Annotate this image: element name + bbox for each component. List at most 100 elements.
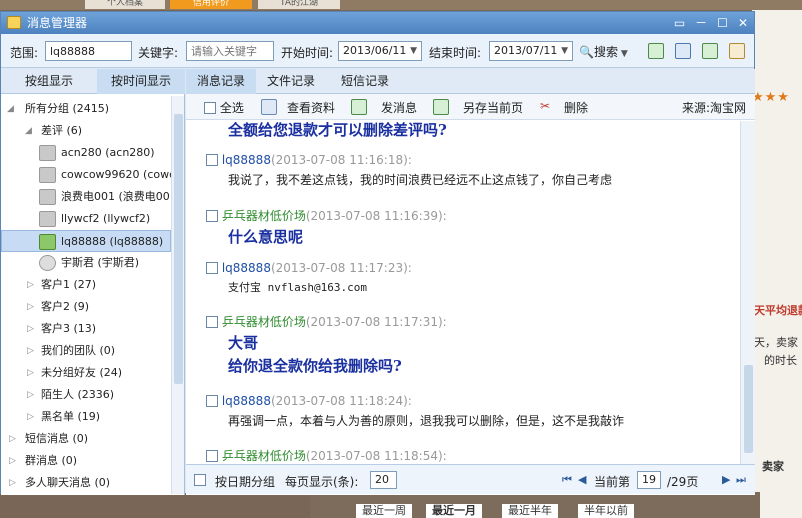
contact-item[interactable]: 宇斯君 (宇斯君): [1, 252, 171, 274]
tree-group[interactable]: ▷ 黑名单 (19): [1, 406, 171, 428]
select-all-label: 全选: [219, 101, 244, 115]
per-page-input[interactable]: 20: [370, 471, 397, 489]
group-by-date-checkbox[interactable]: [194, 473, 206, 487]
send-message-icon[interactable]: [351, 99, 367, 115]
contact-label: acn280 (acn280): [61, 146, 155, 159]
contact-item[interactable]: acn280 (acn280): [1, 142, 171, 164]
tree-group[interactable]: ▷ 客户2 (9): [1, 296, 171, 318]
maximize-icon[interactable]: ☐: [717, 12, 728, 34]
tree-label: 多人聊天消息 (0): [25, 476, 111, 489]
chevron-down-icon: ◢: [25, 126, 32, 136]
message-manager-window: 消息管理器 ▭ － ☐ ✕ 范围: 关键字: 开始时间: 2013/06/11▼…: [0, 11, 755, 495]
tab-sms-records[interactable]: 短信记录: [326, 69, 404, 94]
bg-bottom-tab-month[interactable]: 最近一月: [426, 504, 482, 518]
bg-tab-credit[interactable]: 信用评价: [170, 0, 252, 9]
message-time: (2013-07-08 11:18:54):: [305, 449, 447, 463]
scrollbar-thumb[interactable]: [744, 365, 753, 453]
tree-bad-review[interactable]: ◢ 差评 (6): [1, 120, 171, 142]
bg-bottom-tab-older[interactable]: 半年以前: [578, 504, 634, 518]
scope-input[interactable]: [45, 41, 132, 61]
tree-group[interactable]: ▷ 客户3 (13): [1, 318, 171, 340]
keyword-input[interactable]: [186, 41, 274, 61]
minimize-icon[interactable]: －: [695, 12, 707, 34]
tab-file-records[interactable]: 文件记录: [256, 69, 326, 94]
message-item[interactable]: lq88888(2013-07-08 11:16:18): 我说了，我不差这点钱…: [206, 153, 736, 188]
end-date-picker[interactable]: 2013/07/11 ▼: [489, 41, 573, 61]
current-page-input[interactable]: 19: [637, 471, 661, 489]
start-time-label: 开始时间:: [281, 46, 334, 60]
rating-stars-icon: ★★★: [752, 90, 790, 105]
notes-icon[interactable]: [729, 43, 745, 59]
tree-label: 群消息 (0): [25, 454, 78, 467]
bg-bottom-tab-halfyear[interactable]: 最近半年: [502, 504, 558, 518]
contact-item[interactable]: llywcf2 (llywcf2): [1, 208, 171, 230]
send-message-button[interactable]: 发消息: [381, 99, 417, 116]
message-item[interactable]: 乒乓器材低价场(2013-07-08 11:18:54):: [206, 447, 736, 464]
tree-group[interactable]: ▷ 客户1 (27): [1, 274, 171, 296]
next-page-icon[interactable]: ▶: [722, 473, 730, 486]
bg-tab-jianghu[interactable]: TA的江湖: [258, 0, 340, 9]
delete-button[interactable]: 删除: [564, 99, 588, 116]
total-pages-label: /29页: [667, 475, 699, 489]
tab-by-time[interactable]: 按时间显示: [97, 69, 185, 94]
message-list: 全额给您退款才可以删除差评吗? lq88888(2013-07-08 11:16…: [186, 121, 738, 479]
message-item[interactable]: 乒乓器材低价场(2013-07-08 11:17:31): 大哥 给你退全款你给…: [206, 313, 736, 376]
chevron-right-icon: ▷: [9, 434, 16, 444]
scrollbar-thumb[interactable]: [174, 114, 183, 384]
tree-group[interactable]: ▷ 我们的团队 (0): [1, 340, 171, 362]
tree-sms[interactable]: ▷ 短信消息 (0): [1, 428, 171, 450]
filter-bar: 范围: 关键字: 开始时间: 2013/06/11▼ 结束时间: 2013/07…: [1, 34, 754, 68]
message-checkbox[interactable]: [206, 450, 218, 462]
restore-icon[interactable]: ▭: [674, 12, 685, 34]
tree-group-msgs[interactable]: ▷ 群消息 (0): [1, 450, 171, 472]
message-body: 我说了，我不差这点钱，我的时间浪费已经远不止这点钱了，你自己考虑: [228, 173, 613, 187]
message-checkbox[interactable]: [206, 154, 218, 166]
tab-message-records[interactable]: 消息记录: [186, 69, 256, 94]
last-page-icon[interactable]: ⏭: [736, 473, 746, 487]
message-body: 全额给您退款才可以删除差评吗?: [228, 121, 447, 139]
message-sender: 乒乓器材低价场: [221, 315, 306, 329]
message-item[interactable]: 乒乓器材低价场(2013-07-08 11:16:39): 什么意思呢: [206, 207, 736, 247]
tab-by-group[interactable]: 按组显示: [1, 69, 97, 94]
chevron-down-icon: ▼: [410, 46, 417, 56]
import-icon[interactable]: [648, 43, 664, 59]
delete-icon[interactable]: ✂: [540, 99, 550, 113]
message-item[interactable]: lq88888(2013-07-08 11:17:23): 支付宝 nvflas…: [206, 261, 736, 295]
message-item: 全额给您退款才可以删除差评吗?: [206, 121, 736, 140]
title-bar[interactable]: 消息管理器 ▭ － ☐ ✕: [1, 12, 754, 34]
view-profile-button[interactable]: 查看资料: [287, 99, 335, 116]
contact-item[interactable]: cowcow99620 (cowcow: [1, 164, 171, 186]
profile-icon[interactable]: [261, 99, 277, 115]
message-checkbox[interactable]: [206, 395, 218, 407]
message-toolbar: 全选 查看资料 发消息 另存当前页 ✂ 删除 来源:淘宝网: [186, 94, 755, 120]
tree-multichat[interactable]: ▷ 多人聊天消息 (0): [1, 472, 171, 494]
app-icon: [7, 16, 21, 29]
message-checkbox[interactable]: [206, 316, 218, 328]
message-sender: lq88888: [221, 394, 271, 408]
first-page-icon[interactable]: ⏮: [562, 473, 572, 487]
save-page-icon[interactable]: [433, 99, 449, 115]
message-sender: lq88888: [221, 153, 271, 167]
tree-group[interactable]: ▷ 未分组好友 (24): [1, 362, 171, 384]
export-icon[interactable]: [675, 43, 691, 59]
tree-group[interactable]: ▷ 陌生人 (2336): [1, 384, 171, 406]
tree-scrollbar[interactable]: [171, 96, 184, 494]
tree-all-groups[interactable]: ◢ 所有分组 (2415): [1, 98, 171, 120]
message-checkbox[interactable]: [206, 262, 218, 274]
bg-tab-profile[interactable]: 个人档案: [85, 0, 165, 9]
contact-item[interactable]: 浪费电001 (浪费电00: [1, 186, 171, 208]
search-button[interactable]: 🔍搜索 ▼: [579, 43, 628, 60]
message-scrollbar[interactable]: [740, 121, 755, 479]
message-checkbox[interactable]: [206, 210, 218, 222]
start-date-picker[interactable]: 2013/06/11 ▼: [338, 41, 422, 61]
per-page-label: 每页显示(条):: [285, 475, 359, 489]
bg-bottom-tab-week[interactable]: 最近一周: [356, 504, 412, 518]
save-page-button[interactable]: 另存当前页: [463, 99, 523, 116]
contact-item-selected[interactable]: lq88888 (lq88888): [1, 230, 171, 252]
refresh-icon[interactable]: [702, 43, 718, 59]
close-icon[interactable]: ✕: [738, 12, 748, 34]
message-item[interactable]: lq88888(2013-07-08 11:18:24): 再强调一点，本着与人…: [206, 394, 736, 429]
select-all-checkbox[interactable]: 全选: [204, 99, 244, 116]
message-sender: 乒乓器材低价场: [221, 209, 306, 223]
prev-page-icon[interactable]: ◀: [578, 473, 586, 486]
